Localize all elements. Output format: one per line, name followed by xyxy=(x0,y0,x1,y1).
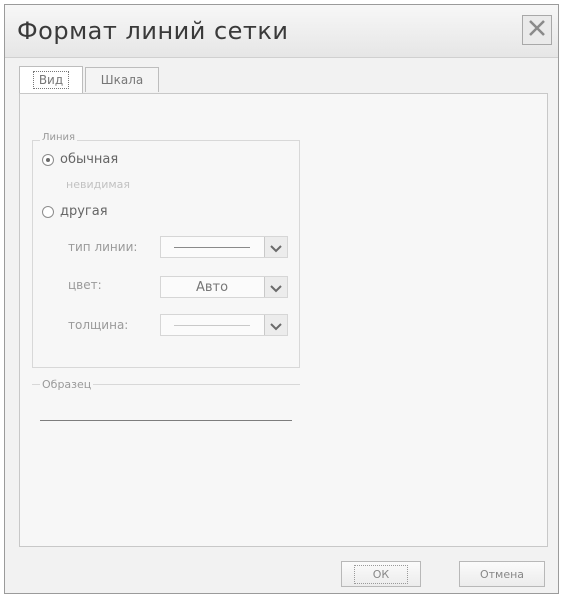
tab-view[interactable]: Вид xyxy=(19,66,83,93)
tab-strip: Вид Шкала xyxy=(19,66,546,93)
line-type-combo[interactable] xyxy=(160,236,288,258)
radio-other[interactable]: другая xyxy=(42,204,108,219)
format-gridlines-dialog: Формат линий сетки Вид Шкала Линия обычн… xyxy=(4,4,559,594)
title-bar[interactable]: Формат линий сетки xyxy=(5,5,558,58)
thickness-value xyxy=(161,315,263,335)
line-type-value xyxy=(161,237,263,257)
invisible-option-label: невидимая xyxy=(66,178,131,191)
thickness-label: толщина: xyxy=(68,318,129,332)
color-combo[interactable]: Авто xyxy=(160,276,288,298)
ok-button-label: ОК xyxy=(353,564,409,584)
button-bar: ОК Отмена xyxy=(5,549,558,593)
thickness-sample xyxy=(174,324,250,326)
thickness-combo[interactable] xyxy=(160,314,288,336)
cancel-button[interactable]: Отмена xyxy=(459,561,545,587)
thickness-dropdown-button[interactable] xyxy=(264,315,287,335)
color-value: Авто xyxy=(195,279,229,295)
sample-line-preview xyxy=(40,420,292,421)
radio-normal[interactable]: обычная xyxy=(42,152,118,167)
close-icon xyxy=(527,18,547,42)
chevron-down-icon xyxy=(270,278,282,297)
sample-group-frame xyxy=(32,384,300,443)
ok-button[interactable]: ОК xyxy=(341,561,421,587)
tab-view-label: Вид xyxy=(32,71,70,89)
color-label: цвет: xyxy=(68,278,102,292)
radio-normal-label: обычная xyxy=(60,152,119,167)
sample-group-label: Образец xyxy=(40,378,94,391)
line-type-label: тип линии: xyxy=(68,240,138,254)
color-dropdown-button[interactable] xyxy=(264,277,287,297)
dialog-title: Формат линий сетки xyxy=(17,17,289,45)
radio-normal-indicator[interactable] xyxy=(42,153,54,166)
radio-other-indicator[interactable] xyxy=(42,205,54,218)
radio-other-label: другая xyxy=(60,204,108,219)
line-type-sample xyxy=(174,246,250,248)
cancel-button-label: Отмена xyxy=(479,567,525,581)
line-group-label: Линия xyxy=(40,132,78,143)
tab-scale[interactable]: Шкала xyxy=(85,67,159,92)
chevron-down-icon xyxy=(270,238,282,257)
chevron-down-icon xyxy=(270,316,282,335)
tab-panel-view: Линия обычная невидимая другая тип линии… xyxy=(19,93,548,547)
close-button[interactable] xyxy=(522,15,552,45)
line-type-dropdown-button[interactable] xyxy=(264,237,287,257)
tab-scale-label: Шкала xyxy=(100,73,144,87)
